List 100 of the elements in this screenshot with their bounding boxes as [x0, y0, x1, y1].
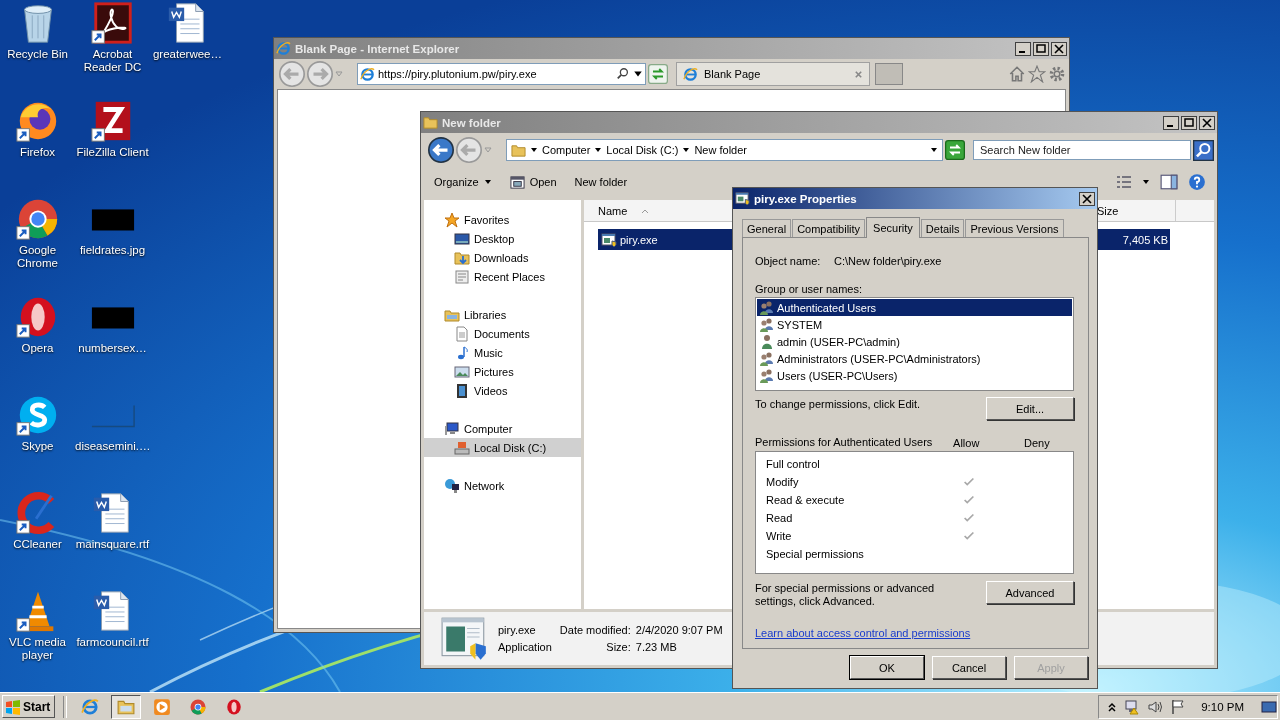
refresh-button[interactable]	[945, 140, 965, 160]
column-header: Deny	[1023, 437, 1051, 449]
file-size: 7,405 KB	[1121, 233, 1169, 246]
toolbar-button[interactable]: Organize	[432, 174, 494, 190]
clock[interactable]: 9:10 PM	[1201, 700, 1244, 713]
dialog-button[interactable]: OK	[850, 656, 924, 679]
tab[interactable]: Previous Versions	[965, 219, 1064, 237]
dropdown-icon[interactable]	[930, 146, 938, 154]
caret-icon[interactable]	[530, 146, 538, 154]
list-item[interactable]: admin (USER-PC\admin)	[757, 333, 1072, 350]
address-bar[interactable]: https://piry.plutonium.pw/piry.exe	[357, 63, 646, 85]
help-link[interactable]: Learn about access control and permissions	[755, 627, 971, 639]
icon-label[interactable]: greaterwee…	[152, 48, 222, 61]
permission-name: Write	[765, 530, 793, 542]
taskbar-button[interactable]	[111, 694, 142, 719]
permission-name: Modify	[765, 476, 800, 488]
monitor-icon	[454, 230, 470, 247]
close-button[interactable]	[1079, 191, 1095, 206]
back-button[interactable]	[428, 137, 454, 163]
icon-label[interactable]: numbersex…	[78, 342, 147, 355]
list-item[interactable]: Users (USER-PC\Users)	[757, 367, 1072, 384]
icon-label[interactable]: Skype	[21, 440, 54, 453]
nav-item[interactable]: Pictures	[424, 362, 581, 381]
nav-item[interactable]: Desktop	[424, 229, 581, 248]
icon-label[interactable]: Firefox	[19, 146, 56, 159]
icon-label[interactable]: Google Chrome	[0, 244, 75, 270]
icon-label[interactable]: Recycle Bin	[7, 48, 68, 61]
breadcrumb-item[interactable]: New folder	[694, 144, 747, 156]
home-icon[interactable]	[1008, 65, 1026, 83]
network-icon[interactable]	[1124, 698, 1141, 715]
permission-name: Full control	[765, 458, 821, 470]
icon-label[interactable]: farmcouncil.rtf	[76, 636, 149, 649]
browser-tab[interactable]: Blank Page	[676, 62, 870, 86]
icon-label[interactable]: diseasemini.…	[75, 440, 150, 453]
search-button[interactable]	[1193, 139, 1214, 161]
icon-label[interactable]: VLC media player	[0, 636, 75, 662]
list-item[interactable]: Authenticated Users	[757, 299, 1072, 316]
nav-item[interactable]: Recent Places	[424, 267, 581, 286]
tab[interactable]: General	[742, 219, 792, 237]
user-icon	[759, 333, 775, 350]
help-icon[interactable]	[1188, 173, 1206, 191]
dialog-button[interactable]: Cancel	[932, 656, 1006, 679]
tab[interactable]: Compatibility	[792, 219, 866, 237]
field-label: Object name:	[755, 255, 822, 267]
tab[interactable]: Details	[920, 219, 965, 237]
icon-label[interactable]: FileZilla Client	[76, 146, 149, 159]
breadcrumb-bar[interactable]: Computer Local Disk (C:) New folder	[506, 139, 943, 161]
refresh-button[interactable]	[648, 64, 668, 84]
list-item[interactable]: Administrators (USER-PC\Administrators)	[757, 350, 1072, 367]
toolbar-button[interactable]: New folder	[572, 174, 630, 190]
star-icon[interactable]	[1028, 65, 1046, 83]
nav-item[interactable]: Documents	[424, 324, 581, 343]
drive-icon	[454, 439, 470, 456]
edit-button[interactable]: Edit...	[986, 397, 1074, 420]
caret-icon[interactable]	[682, 146, 691, 154]
nav-item[interactable]: Music	[424, 343, 581, 362]
show-desktop-button[interactable]	[1261, 698, 1277, 715]
flag-icon[interactable]	[1170, 698, 1187, 715]
page-icon	[683, 66, 698, 82]
nav-item[interactable]: Libraries	[424, 305, 581, 324]
tab[interactable]: Security	[866, 217, 920, 238]
volume-icon[interactable]	[1147, 698, 1164, 715]
caret-icon[interactable]	[1142, 178, 1150, 186]
icon-label[interactable]: Acrobat Reader DC	[75, 48, 150, 74]
views-icon[interactable]	[1116, 174, 1132, 190]
detail-label: Date modified:	[559, 624, 631, 636]
advanced-button[interactable]: Advanced	[986, 581, 1074, 604]
toolbar-button[interactable]: Open	[507, 172, 559, 192]
nav-item[interactable]: Computer	[424, 419, 581, 438]
detail-label: Size:	[605, 641, 631, 653]
list-item[interactable]: SYSTEM	[757, 316, 1072, 333]
icon-label[interactable]: Opera	[21, 342, 54, 355]
nav-item[interactable]: Downloads	[424, 248, 581, 267]
icon-label[interactable]: mainsquare.rtf	[75, 538, 150, 551]
search-icon[interactable]	[616, 67, 630, 81]
file-type: Application	[498, 641, 552, 653]
nav-item[interactable]: Favorites	[424, 210, 581, 229]
nav-item[interactable]: Network	[424, 476, 581, 495]
preview-pane-icon[interactable]	[1160, 173, 1178, 191]
breadcrumb-item[interactable]: Local Disk (C:)	[606, 144, 679, 156]
close-icon[interactable]	[854, 69, 863, 79]
document-icon	[454, 325, 470, 342]
chevron-icon[interactable]	[1107, 701, 1118, 712]
window-icon	[509, 174, 525, 190]
nav-item[interactable]: Local Disk (C:)	[424, 438, 581, 457]
icon-label[interactable]: CCleaner	[13, 538, 62, 551]
settings-icon[interactable]	[1048, 65, 1066, 83]
browser-icon	[81, 697, 100, 716]
browser-icon	[276, 41, 291, 56]
caret-icon[interactable]	[594, 146, 603, 154]
breadcrumb-item[interactable]: Computer	[542, 144, 591, 156]
dropdown-icon[interactable]	[633, 69, 643, 79]
application-icon	[601, 231, 617, 248]
search-field[interactable]: Search New folder	[973, 140, 1191, 160]
browser-icon	[189, 697, 208, 716]
nav-item[interactable]: Videos	[424, 381, 581, 400]
detail-value: 2/4/2020 9:07 PM	[635, 624, 723, 636]
start-button[interactable]: Start	[2, 695, 56, 718]
icon-label[interactable]: fieldrates.jpg	[79, 244, 146, 257]
picture-icon	[454, 363, 470, 380]
